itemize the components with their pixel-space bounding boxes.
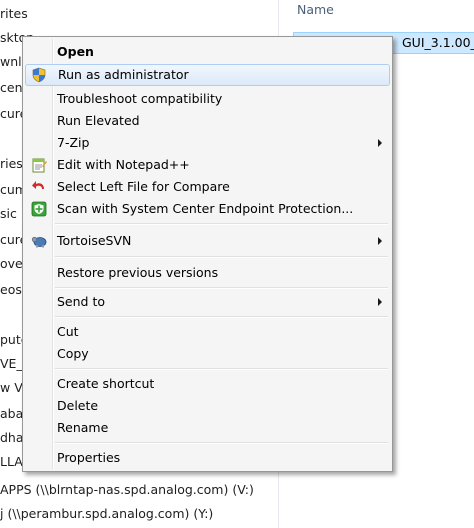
menu-separator xyxy=(55,256,388,258)
menu-item-label: Run Elevated xyxy=(57,113,140,128)
menu-item-label: Copy xyxy=(57,346,89,361)
nav-item[interactable]: APPS (\\blrntap-nas.spd.analog.com) (V:) xyxy=(0,480,254,500)
submenu-arrow-icon xyxy=(378,237,382,245)
nav-item[interactable]: sic xyxy=(0,204,17,224)
menu-item-properties[interactable]: Properties xyxy=(25,447,390,469)
menu-separator xyxy=(55,368,388,370)
menu-item-label: Troubleshoot compatibility xyxy=(57,91,223,106)
uac-shield-icon xyxy=(32,67,46,83)
nav-item[interactable]: rites xyxy=(0,4,28,24)
tortoisesvn-icon xyxy=(31,236,47,248)
submenu-arrow-icon xyxy=(378,298,382,306)
file-name: GUI_3.1.00_x xyxy=(402,35,474,50)
menu-separator xyxy=(55,442,388,444)
menu-item-create-shortcut[interactable]: Create shortcut xyxy=(25,373,390,395)
endpoint-protection-icon xyxy=(31,201,47,217)
menu-item-label: Run as administrator xyxy=(58,67,189,82)
menu-item-label: Restore previous versions xyxy=(57,265,219,280)
menu-item-label: Edit with Notepad++ xyxy=(57,157,190,172)
menu-item-label: Delete xyxy=(57,398,99,413)
menu-item-send-to[interactable]: Send to xyxy=(25,291,390,313)
nav-item[interactable]: wnl xyxy=(0,52,22,72)
notepad-plus-plus-icon xyxy=(32,158,47,173)
menu-item-rename[interactable]: Rename xyxy=(25,417,390,439)
menu-item-edit-with-notepad[interactable]: Edit with Notepad++ xyxy=(25,154,390,176)
menu-item-label: Scan with System Center Endpoint Protect… xyxy=(57,201,354,216)
menu-item-delete[interactable]: Delete xyxy=(25,395,390,417)
nav-item[interactable]: w V xyxy=(0,378,23,398)
menu-item-label: Rename xyxy=(57,420,109,435)
menu-item-tortoisesvn[interactable]: TortoiseSVN xyxy=(25,230,390,252)
submenu-arrow-icon xyxy=(378,139,382,147)
menu-item-run-as-administrator[interactable]: Run as administrator xyxy=(25,64,390,86)
menu-item-7-zip[interactable]: 7-Zip xyxy=(25,132,390,154)
nav-item[interactable]: LLA xyxy=(0,452,23,472)
menu-separator xyxy=(55,223,388,225)
menu-item-scan-endpoint-protection[interactable]: Scan with System Center Endpoint Protect… xyxy=(25,198,390,220)
menu-item-restore-previous-versions[interactable]: Restore previous versions xyxy=(25,262,390,284)
menu-item-label: Select Left File for Compare xyxy=(57,179,230,194)
menu-separator xyxy=(55,287,388,289)
nav-item[interactable]: eos xyxy=(0,280,22,300)
menu-item-label: Properties xyxy=(57,450,121,465)
menu-item-open[interactable]: Open xyxy=(25,41,390,63)
nav-item[interactable]: VE_ xyxy=(0,354,23,374)
menu-separator xyxy=(55,316,388,318)
menu-item-select-left-file-for-compare[interactable]: Select Left File for Compare xyxy=(25,176,390,198)
menu-item-cut[interactable]: Cut xyxy=(25,321,390,343)
menu-item-label: Send to xyxy=(57,294,106,309)
menu-item-label: 7-Zip xyxy=(57,135,90,150)
menu-item-run-elevated[interactable]: Run Elevated xyxy=(25,110,390,132)
menu-item-label: Create shortcut xyxy=(57,376,155,391)
menu-item-troubleshoot-compatibility[interactable]: Troubleshoot compatibility xyxy=(25,88,390,110)
nav-item[interactable]: ries xyxy=(0,154,23,174)
menu-item-label: TortoiseSVN xyxy=(57,233,132,248)
menu-item-label: Open xyxy=(57,44,94,59)
context-menu: Open Run as administrator Troubleshoot c… xyxy=(22,36,393,472)
menu-item-copy[interactable]: Copy xyxy=(25,343,390,365)
nav-item[interactable]: j (\\perambur.spd.analog.com) (Y:) xyxy=(0,504,213,524)
nav-item[interactable]: dha xyxy=(0,428,24,448)
compare-arrow-icon xyxy=(32,181,44,189)
menu-item-label: Cut xyxy=(57,324,79,339)
nav-item[interactable]: aba xyxy=(0,404,23,424)
name-column-header[interactable]: Name xyxy=(297,0,334,20)
